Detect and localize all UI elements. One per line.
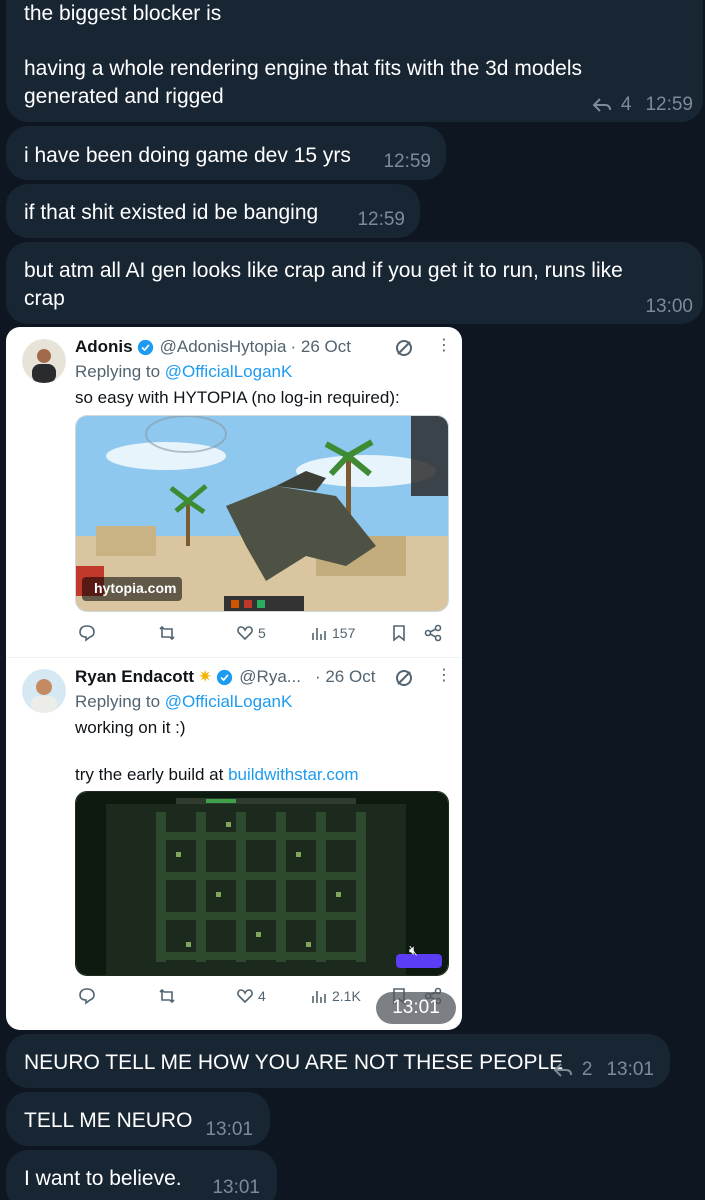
avatar — [22, 669, 66, 713]
replying-to-link[interactable]: @OfficialLoganK — [165, 692, 293, 711]
views-icon — [312, 628, 326, 640]
replying-to-link[interactable]: @OfficialLoganK — [165, 362, 293, 381]
message-meta: 13:01 — [205, 1116, 253, 1144]
message-meta: 13:00 — [645, 293, 693, 321]
tweet-media-image[interactable]: hytopia.com — [75, 415, 449, 612]
replying-to: Replying to @OfficialLoganK — [75, 362, 292, 382]
like-count: 5 — [258, 625, 266, 641]
tweet-text-prefix: try the early build at — [75, 765, 224, 784]
message-bubble[interactable]: I want to believe. 13:01 — [6, 1150, 277, 1200]
retweet-action[interactable] — [158, 624, 176, 642]
like-action[interactable]: 4 — [236, 987, 266, 1005]
mute-icon[interactable]: 🔇︎ — [409, 942, 418, 959]
tweet-link[interactable]: buildwithstar.com — [228, 765, 358, 784]
message-time: 13:01 — [606, 1059, 654, 1080]
message-text: I want to believe. — [24, 1167, 182, 1190]
message-bubble[interactable]: the biggest blocker is having a whole re… — [6, 0, 703, 122]
replying-prefix: Replying to — [75, 692, 161, 711]
tweet-date: · 26 Oct — [290, 337, 351, 356]
message-time: 12:59 — [645, 94, 693, 115]
tweet-actions — [72, 656, 442, 680]
message-text-line: but atm all AI gen looks like crap and i… — [24, 259, 623, 282]
reply-count[interactable]: 2 — [582, 1056, 593, 1084]
like-count: 4 — [258, 988, 266, 1004]
message-time: 13:01 — [212, 1177, 260, 1198]
message-bubble[interactable]: but atm all AI gen looks like crap and i… — [6, 242, 703, 324]
heart-icon — [237, 989, 253, 1004]
reply-arrow-icon[interactable] — [591, 96, 613, 114]
reply-arrow-icon[interactable] — [552, 1061, 574, 1079]
message-meta: 2 13:01 — [552, 1056, 654, 1084]
more-menu-icon[interactable]: ⋮ — [436, 335, 452, 355]
message-meta: 12:59 — [383, 148, 431, 176]
views-action[interactable]: 157 — [310, 624, 355, 642]
reply-action[interactable] — [78, 987, 96, 1005]
message-text-line: crap — [24, 287, 65, 310]
comment-icon — [79, 988, 95, 1005]
retweet-icon — [159, 625, 175, 641]
photo-time-overlay: 13:01 — [376, 992, 456, 1024]
tweet-media-video[interactable]: 🔇︎ — [75, 791, 449, 976]
message-time: 13:00 — [645, 296, 693, 317]
heart-icon — [237, 626, 253, 641]
retweet-action[interactable] — [158, 987, 176, 1005]
view-count: 2.1K — [332, 988, 361, 1004]
message-meta: 4 12:59 — [591, 91, 693, 119]
grok-icon[interactable] — [394, 338, 414, 358]
message-text: i have been doing game dev 15 yrs — [24, 144, 351, 167]
bookmark-action[interactable] — [390, 624, 408, 642]
reply-count[interactable]: 4 — [621, 91, 632, 119]
author-handle[interactable]: @AdonisHytopia — [160, 337, 287, 357]
replying-to: Replying to @OfficialLoganK — [75, 692, 292, 712]
view-count: 157 — [332, 625, 356, 641]
message-time: 12:59 — [383, 151, 431, 172]
message-bubble[interactable]: NEURO TELL ME HOW YOU ARE NOT THESE PEOP… — [6, 1034, 670, 1088]
share-action[interactable] — [424, 624, 442, 642]
replying-prefix: Replying to — [75, 362, 161, 381]
message-text: NEURO TELL ME HOW YOU ARE NOT THESE PEOP… — [24, 1051, 564, 1074]
tweet-actions: 5 157 — [78, 624, 448, 648]
tweet-card: Adonis @AdonisHytopia · 26 Oct ⋮ Replyin… — [6, 327, 462, 657]
tweet-text-line-2: try the early build at buildwithstar.com — [75, 765, 358, 785]
like-action[interactable]: 5 — [236, 624, 266, 642]
message-meta: 12:59 — [357, 206, 405, 234]
views-action[interactable]: 2.1K — [310, 987, 361, 1005]
reply-action[interactable] — [78, 624, 96, 642]
retweet-icon — [159, 988, 175, 1004]
message-time: 12:59 — [357, 209, 405, 230]
tweet-header: Adonis @AdonisHytopia · 26 Oct — [75, 337, 351, 357]
author-name[interactable]: Adonis — [75, 337, 133, 357]
verified-badge-icon — [137, 339, 153, 355]
comment-icon — [79, 625, 95, 642]
bookmark-icon — [393, 625, 405, 642]
message-text: TELL ME NEURO — [24, 1109, 193, 1132]
message-text: if that shit existed id be banging — [24, 201, 319, 224]
tweet-text: so easy with HYTOPIA (no log-in required… — [75, 388, 400, 407]
message-text-line: generated and rigged — [24, 85, 224, 108]
tweet-text: working on it :) — [75, 718, 186, 737]
tweet-card: Ryan Endacott ✷ @Rya... · 26 Oct ⋮ Reply… — [6, 657, 462, 1030]
message-bubble[interactable]: i have been doing game dev 15 yrs 12:59 — [6, 126, 446, 180]
photo-message[interactable]: Adonis @AdonisHytopia · 26 Oct ⋮ Replyin… — [6, 327, 462, 1030]
message-bubble[interactable]: TELL ME NEURO 13:01 — [6, 1092, 270, 1146]
message-text-line: having a whole rendering engine that fit… — [24, 57, 583, 80]
message-text-line: the biggest blocker is — [24, 2, 222, 25]
message-time: 13:01 — [205, 1119, 253, 1140]
share-icon — [424, 624, 442, 642]
media-label: hytopia.com — [94, 580, 177, 596]
avatar — [22, 339, 66, 383]
message-meta: 13:01 — [212, 1174, 260, 1200]
views-icon — [312, 991, 326, 1003]
message-bubble[interactable]: if that shit existed id be banging 12:59 — [6, 184, 420, 238]
